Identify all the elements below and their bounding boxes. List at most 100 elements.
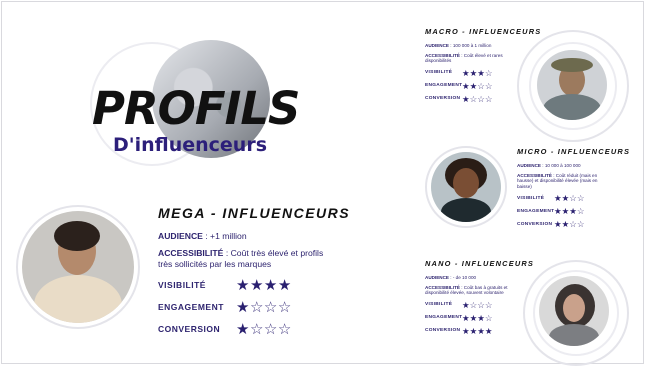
nano-audience-value: : - de 10 000 xyxy=(450,275,477,280)
micro-avatar-body xyxy=(441,198,491,222)
nano-rating-stars: ★ ☆ ☆ ☆ xyxy=(462,301,493,310)
nano-avatar-body xyxy=(549,324,599,346)
star-filled-icon: ★ xyxy=(469,67,478,78)
mega-avatar-hair xyxy=(54,221,100,251)
micro-title: MICRO - INFLUENCEURS xyxy=(517,147,631,156)
star-filled-icon: ★ xyxy=(236,298,250,316)
star-filled-icon: ★ xyxy=(484,325,493,336)
macro-title: MACRO - INFLUENCEURS xyxy=(425,27,542,36)
star-outline-icon: ☆ xyxy=(576,219,585,230)
mega-rating-stars: ★ ★ ★ ★ xyxy=(236,278,292,293)
macro-rating-stars: ★ ☆ ☆ ☆ xyxy=(462,95,493,104)
mega-rating-row: VISIBILITÉ ★ ★ ★ ★ xyxy=(158,278,348,293)
micro-avatar xyxy=(425,146,507,228)
star-outline-icon: ☆ xyxy=(477,93,485,104)
star-outline-icon: ☆ xyxy=(277,320,292,338)
star-outline-icon: ☆ xyxy=(277,298,292,316)
star-outline-icon: ☆ xyxy=(249,320,264,338)
macro-rating-label: CONVERSION xyxy=(425,96,461,102)
star-filled-icon: ★ xyxy=(561,193,570,204)
star-filled-icon: ★ xyxy=(554,206,562,217)
star-filled-icon: ★ xyxy=(469,80,478,91)
star-outline-icon: ☆ xyxy=(249,298,264,316)
mega-title: MEGA - INFLUENCEURS xyxy=(158,205,351,221)
micro-audience-value: : 10 000 à 100 000 xyxy=(542,163,581,168)
star-outline-icon: ☆ xyxy=(477,80,485,91)
page-title: PROFILS xyxy=(92,82,300,135)
star-filled-icon: ★ xyxy=(462,93,470,104)
mega-accessibility-label: ACCESSIBILITÉ xyxy=(158,248,224,258)
micro-rating-label: CONVERSION xyxy=(517,221,553,227)
micro-rating-row: CONVERSION ★ ★ ☆ ☆ xyxy=(517,220,635,228)
macro-accessibility-label: ACCESSIBILITÉ xyxy=(425,52,460,58)
star-filled-icon: ★ xyxy=(263,276,278,294)
micro-rating-label: VISIBILITÉ xyxy=(517,195,545,201)
macro-avatar-body xyxy=(543,94,601,120)
nano-rating-stars: ★ ★ ★ ★ xyxy=(462,327,493,336)
star-filled-icon: ★ xyxy=(477,312,485,323)
star-outline-icon: ☆ xyxy=(469,299,478,310)
micro-rating-stars: ★ ★ ☆ ☆ xyxy=(554,220,585,229)
star-filled-icon: ★ xyxy=(477,325,485,336)
micro-accessibility: ACCESSIBILITÉ : Coût réduit (mais en hau… xyxy=(517,173,607,190)
star-outline-icon: ☆ xyxy=(484,299,493,310)
star-outline-icon: ☆ xyxy=(477,299,485,310)
micro-rating-row: ENGAGEMENT ★ ★ ★ ☆ xyxy=(517,207,635,215)
nano-rating-stars: ★ ★ ★ ☆ xyxy=(462,314,493,323)
nano-avatar-head xyxy=(563,294,585,322)
micro-avatar-head xyxy=(453,168,479,198)
macro-avatar-photo xyxy=(537,50,607,120)
star-filled-icon: ★ xyxy=(561,219,570,230)
star-filled-icon: ★ xyxy=(569,206,577,217)
mega-rating-row: CONVERSION ★ ☆ ☆ ☆ xyxy=(158,322,348,337)
mega-audience-value: : +1 million xyxy=(205,231,247,241)
star-outline-icon: ☆ xyxy=(263,320,278,338)
star-filled-icon: ★ xyxy=(277,276,292,294)
star-filled-icon: ★ xyxy=(554,193,562,204)
mega-rating-stars: ★ ☆ ☆ ☆ xyxy=(236,322,292,337)
mega-rating-label: CONVERSION xyxy=(158,324,221,334)
macro-audience-label: AUDIENCE xyxy=(425,43,449,48)
macro-avatar-hat xyxy=(551,58,593,72)
star-filled-icon: ★ xyxy=(462,80,470,91)
star-filled-icon: ★ xyxy=(554,219,562,230)
micro-avatar-photo xyxy=(431,152,501,222)
micro-rating-row: VISIBILITÉ ★ ★ ☆ ☆ xyxy=(517,194,635,202)
mega-accessibility: ACCESSIBILITÉ : Coût très élevé et profi… xyxy=(158,248,338,270)
star-outline-icon: ☆ xyxy=(484,93,493,104)
star-outline-icon: ☆ xyxy=(569,193,577,204)
star-outline-icon: ☆ xyxy=(576,206,585,217)
mega-avatar xyxy=(16,205,140,329)
macro-avatar xyxy=(517,30,629,142)
nano-avatar-photo xyxy=(539,276,609,346)
mega-ratings: VISIBILITÉ ★ ★ ★ ★ ENGAGEMENT ★ ☆ ☆ ☆ CONVERSION ★ ☆… xyxy=(158,278,348,337)
star-outline-icon: ☆ xyxy=(484,312,493,323)
star-outline-icon: ☆ xyxy=(263,298,278,316)
mega-section: MEGA - INFLUENCEURS AUDIENCE : +1 millio… xyxy=(158,205,351,337)
star-filled-icon: ★ xyxy=(477,67,485,78)
mega-rating-label: ENGAGEMENT xyxy=(158,302,224,312)
mega-rating-label: VISIBILITÉ xyxy=(158,280,206,290)
star-filled-icon: ★ xyxy=(561,206,570,217)
star-outline-icon: ☆ xyxy=(569,219,577,230)
macro-rating-label: VISIBILITÉ xyxy=(425,70,453,76)
nano-rating-label: ENGAGEMENT xyxy=(425,315,463,321)
macro-rating-stars: ★ ★ ★ ☆ xyxy=(462,69,493,78)
star-filled-icon: ★ xyxy=(462,67,470,78)
star-outline-icon: ☆ xyxy=(484,80,493,91)
star-outline-icon: ☆ xyxy=(576,193,585,204)
macro-audience-value: : 100 000 à 1 million xyxy=(450,43,492,48)
micro-audience: AUDIENCE : 10 000 à 100 000 xyxy=(517,163,635,169)
mega-rating-row: ENGAGEMENT ★ ☆ ☆ ☆ xyxy=(158,300,348,315)
nano-avatar xyxy=(523,260,635,366)
micro-audience-label: AUDIENCE xyxy=(517,163,541,168)
star-outline-icon: ☆ xyxy=(469,93,478,104)
micro-ratings: VISIBILITÉ ★ ★ ☆ ☆ ENGAGEMENT ★ ★ ★ ☆ CONVERSION ★ ★… xyxy=(517,194,635,228)
star-filled-icon: ★ xyxy=(249,276,264,294)
macro-accessibility: ACCESSIBILITÉ : Coût élevé et rares disp… xyxy=(425,53,520,64)
star-filled-icon: ★ xyxy=(462,312,470,323)
mega-rating-stars: ★ ☆ ☆ ☆ xyxy=(236,300,292,315)
micro-rating-stars: ★ ★ ☆ ☆ xyxy=(554,194,585,203)
page-subtitle: D'influenceurs xyxy=(113,134,268,156)
star-outline-icon: ☆ xyxy=(484,67,493,78)
